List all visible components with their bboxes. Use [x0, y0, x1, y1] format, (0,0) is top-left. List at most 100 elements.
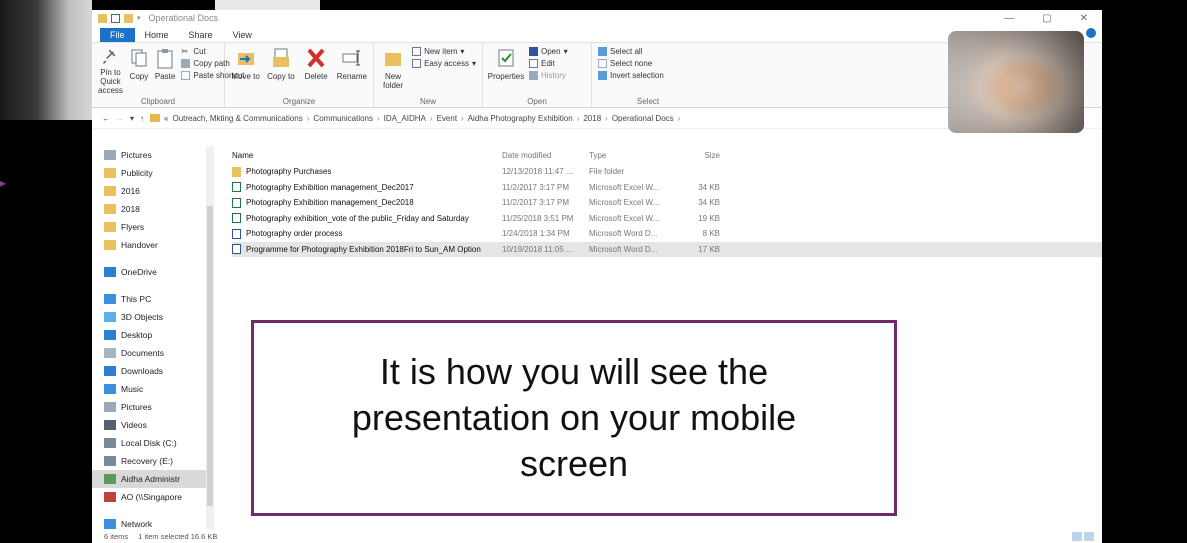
nav-item[interactable]: Local Disk (C:)	[104, 434, 214, 452]
word-file-icon	[232, 228, 241, 239]
nav-scrollbar[interactable]	[206, 146, 214, 529]
nav-item[interactable]: Aidha Administr	[92, 470, 214, 488]
column-header-name[interactable]: Name	[232, 151, 502, 160]
nav-item[interactable]: OneDrive	[104, 263, 214, 281]
copy-button[interactable]: Copy	[129, 47, 149, 95]
nav-item[interactable]: Desktop	[104, 326, 214, 344]
maximize-button[interactable]: ▢	[1042, 13, 1051, 24]
select-none-button[interactable]: Select none	[598, 59, 664, 68]
file-row[interactable]: Photography Purchases 12/13/2018 11:47 ..…	[232, 164, 1102, 180]
breadcrumb-item[interactable]: Event	[437, 114, 457, 123]
delete-icon	[307, 48, 325, 68]
caption-box: It is how you will see the presentation …	[251, 320, 897, 516]
breadcrumb-item[interactable]: Aidha Photography Exhibition	[468, 114, 573, 123]
pin-label: Pin to Quick access	[98, 68, 123, 95]
nav-item[interactable]: Handover	[104, 236, 214, 254]
nav-item[interactable]: Pictures	[104, 146, 214, 164]
column-header-date[interactable]: Date modified	[502, 151, 589, 160]
delete-button[interactable]: Delete	[302, 47, 331, 95]
back-arrow-icon[interactable]: ←	[102, 114, 110, 123]
edit-button[interactable]: Edit	[529, 59, 568, 68]
breadcrumb-separator-icon: ›	[677, 113, 681, 123]
nav-item[interactable]: Documents	[104, 344, 214, 362]
select-none-icon	[598, 59, 607, 68]
column-header-type[interactable]: Type	[589, 151, 672, 160]
breadcrumb-item[interactable]: 2018	[583, 114, 601, 123]
chevron-down-icon: ▾	[563, 47, 568, 56]
tab-share[interactable]: Share	[179, 28, 223, 42]
breadcrumb-item[interactable]: Outreach, Mkting & Communications	[172, 114, 302, 123]
tab-home[interactable]: Home	[135, 28, 179, 42]
select-all-button[interactable]: Select all	[598, 47, 664, 56]
nav-scrollbar-thumb[interactable]	[207, 206, 213, 506]
new-folder-button[interactable]: New folder	[380, 47, 406, 95]
breadcrumb-overflow[interactable]: «	[164, 114, 168, 123]
column-header-size[interactable]: Size	[672, 151, 720, 160]
open-button[interactable]: Open ▾	[529, 47, 568, 56]
new-item-button[interactable]: New item ▾	[412, 47, 476, 56]
breadcrumb-item[interactable]: IDA_AIDHA	[384, 114, 426, 123]
nav-item[interactable]: Videos	[104, 416, 214, 434]
select-none-label: Select none	[610, 59, 653, 68]
nav-item-label: Flyers	[121, 222, 145, 232]
cut-label: Cut	[193, 47, 206, 56]
nav-item[interactable]: Music	[104, 380, 214, 398]
excel-file-icon	[232, 197, 241, 208]
pin-quick-access-button[interactable]: Pin to Quick access	[98, 47, 123, 95]
chevron-down-icon[interactable]: ▾	[137, 14, 141, 22]
desktop-icon	[104, 330, 116, 340]
properties-button[interactable]: Properties	[488, 47, 524, 95]
file-row[interactable]: Programme for Photography Exhibition 201…	[232, 241, 1102, 257]
file-size: 8 KB	[702, 229, 720, 239]
file-row[interactable]: Photography Exhibition management_Dec201…	[232, 195, 1102, 211]
navigation-pane: Pictures Publicity 2016 2018 Flyers Handover O…	[92, 146, 214, 529]
new-folder-icon[interactable]	[124, 13, 133, 23]
open-group: Properties Open ▾ Edit History Open	[483, 43, 592, 107]
folder-icon	[104, 186, 116, 196]
breadcrumb-item[interactable]: Communications	[313, 114, 373, 123]
properties-icon	[498, 49, 514, 67]
file-row[interactable]: Photography Exhibition management_Dec201…	[232, 180, 1102, 196]
tab-file[interactable]: File	[100, 28, 135, 42]
file-name-cell: Photography order process	[232, 228, 502, 239]
file-row[interactable]: Photography order process 1/24/2018 1:34 …	[232, 226, 1102, 242]
easy-access-button[interactable]: Easy access ▾	[412, 59, 476, 68]
breadcrumb-item[interactable]: Operational Docs	[612, 114, 674, 123]
large-icons-view-icon[interactable]	[1084, 532, 1094, 541]
minimize-button[interactable]: —	[1004, 13, 1014, 24]
monitor-icon	[104, 294, 116, 304]
select-group: Select all Select none Invert selection …	[592, 43, 704, 107]
scissors-icon: ✂	[181, 47, 189, 56]
nav-item[interactable]: Flyers	[104, 218, 214, 236]
help-icon[interactable]	[1086, 28, 1096, 38]
nav-item[interactable]: 3D Objects	[104, 308, 214, 326]
nav-item[interactable]: Publicity	[104, 164, 214, 182]
breadcrumb-separator-icon: ›	[377, 113, 380, 123]
nav-item[interactable]: Pictures	[104, 398, 214, 416]
nav-item[interactable]: 2018	[104, 200, 214, 218]
invert-selection-button[interactable]: Invert selection	[598, 71, 664, 80]
file-date: 11/25/2018 3:51 PM	[502, 213, 574, 223]
nav-item[interactable]: This PC	[104, 290, 214, 308]
nav-item[interactable]: AO (\\Singapore	[104, 488, 214, 506]
move-to-button[interactable]: Move to	[231, 47, 260, 95]
breadcrumb-separator-icon: ›	[605, 113, 608, 123]
forward-arrow-icon[interactable]: →	[116, 114, 124, 123]
recent-dropdown-icon[interactable]: ▾	[130, 114, 134, 123]
properties-icon[interactable]	[111, 13, 120, 23]
copy-to-button[interactable]: Copy to	[266, 47, 295, 95]
rename-button[interactable]: Rename	[337, 47, 367, 95]
nav-item[interactable]: Recovery (E:)	[104, 452, 214, 470]
file-row[interactable]: Photography exhibition_vote of the publi…	[232, 211, 1102, 227]
nav-item[interactable]: 2016	[104, 182, 214, 200]
address-bar[interactable]: « Outreach, Mkting & Communications › Com…	[150, 114, 1036, 123]
file-name-cell: Photography exhibition_vote of the publi…	[232, 213, 502, 224]
close-button[interactable]: ✕	[1080, 13, 1088, 24]
up-arrow-icon[interactable]: ↑	[140, 114, 144, 123]
breadcrumb-separator-icon: ›	[429, 113, 433, 123]
history-button[interactable]: History	[529, 71, 568, 80]
tab-view[interactable]: View	[223, 28, 262, 42]
details-view-icon[interactable]	[1072, 532, 1082, 541]
paste-button[interactable]: Paste	[155, 47, 175, 95]
nav-item[interactable]: Downloads	[104, 362, 214, 380]
